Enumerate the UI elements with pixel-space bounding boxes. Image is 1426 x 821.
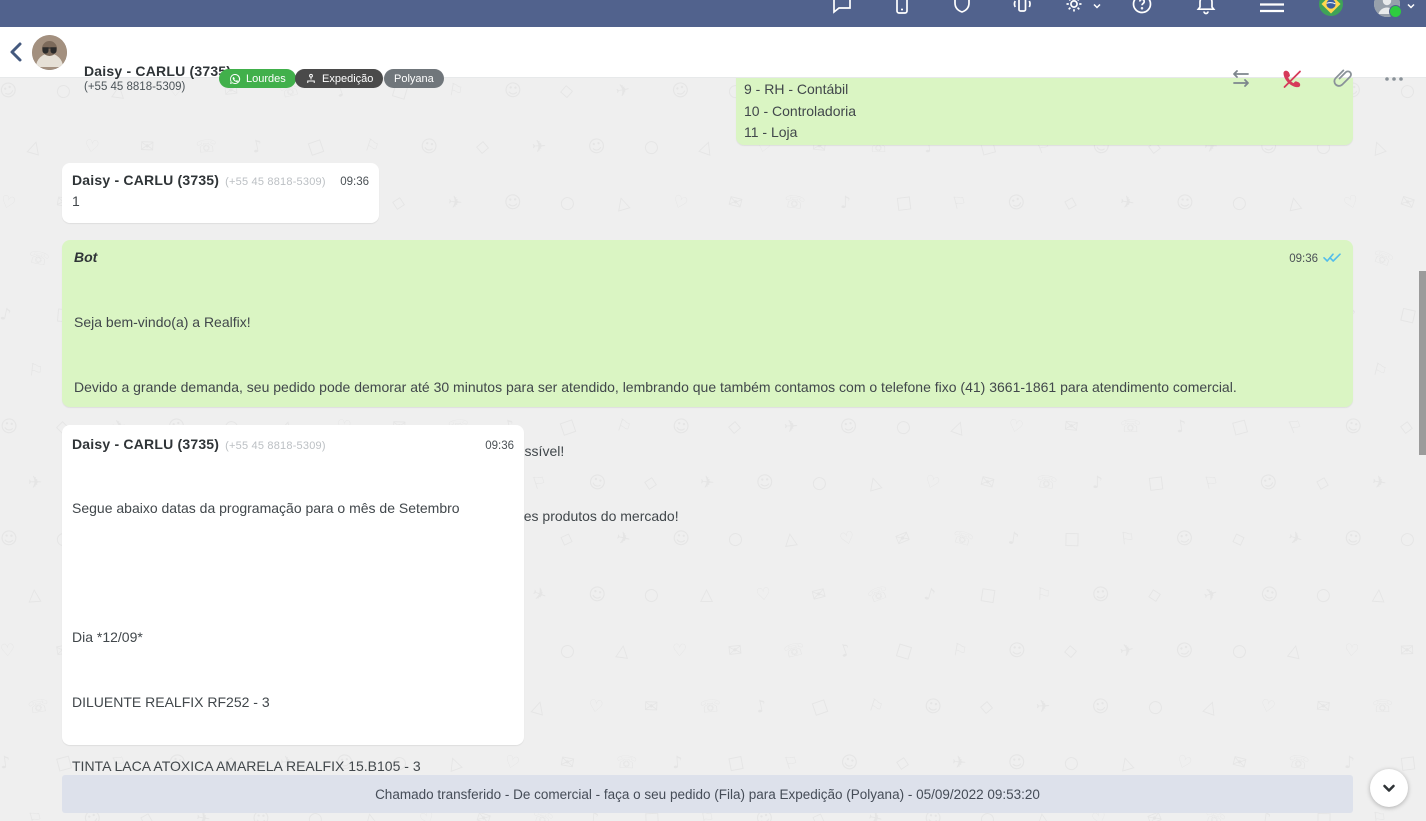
double-check-read-icon [1323,250,1341,268]
schedule-item: DILUENTE REALFIX RF252 - 3 [72,692,514,714]
customer-schedule-message-bubble: Daisy - CARLU (3735) (+55 45 8818-5309) … [62,425,524,745]
message-header: Daisy - CARLU (3735) (+55 45 8818-5309) … [72,436,514,452]
contact-name: Daisy - CARLU (3735) [84,63,231,79]
message-sender: Daisy - CARLU (3735) [72,172,219,188]
shield-icon[interactable] [950,0,974,16]
menu-option-11: 11 - Loja [744,122,1345,144]
message-body: 1 [72,191,369,213]
bot-line-2: Devido a grande demanda, seu pedido pode… [74,377,1341,399]
message-sender: Daisy - CARLU (3735) [72,436,219,452]
more-options-icon[interactable] [1382,67,1406,91]
contact-avatar[interactable] [32,35,67,70]
settings-dropdown-chevron-icon[interactable] [1092,0,1102,8]
queue-badge-label: Lourdes [246,73,286,85]
attachment-paperclip-icon[interactable] [1331,67,1355,91]
menu-option-10: 10 - Controladoria [744,101,1345,123]
org-chart-icon [305,73,317,85]
department-badge-label: Expedição [322,73,373,85]
menu-hamburger-icon[interactable] [1258,0,1282,16]
transfer-notice-bar: Chamado transferido - De comercial - faç… [62,775,1353,813]
scroll-to-bottom-button[interactable] [1370,769,1408,807]
end-call-phone-slash-icon[interactable] [1280,67,1304,91]
phone-vibrate-icon[interactable] [1010,0,1034,16]
message-sender-phone: (+55 45 8818-5309) [225,440,326,452]
bot-sender: Bot [74,249,97,265]
message-header: Daisy - CARLU (3735) (+55 45 8818-5309) … [72,172,369,188]
top-navigation-bar [0,0,1426,27]
transfer-notice-text: Chamado transferido - De comercial - faç… [375,787,1040,802]
schedule-day: Dia *12/09* [72,627,514,649]
queue-badge[interactable]: Lourdes [219,69,296,88]
chat-icon[interactable] [830,0,854,16]
message-header: Bot 09:36 [74,249,1341,267]
menu-option-9: 9 - RH - Contábil [744,79,1345,101]
chat-header: Daisy - CARLU (3735) (+55 45 8818-5309) … [0,27,1426,78]
bot-line-1: Seja bem-vindo(a) a Realfix! [74,312,1341,334]
contact-phone: (+55 45 8818-5309) [84,81,185,93]
message-sender-phone: (+55 45 8818-5309) [225,176,326,188]
whatsapp-icon [229,73,241,85]
user-menu-chevron-icon[interactable] [1406,0,1416,8]
bot-menu-message-bubble: 9 - RH - Contábil 10 - Controladoria 11 … [736,77,1353,145]
online-status-dot [1389,5,1402,18]
help-circle-icon[interactable] [1130,0,1154,16]
agent-badge-label: Polyana [394,73,434,85]
schedule-intro: Segue abaixo datas da programação para o… [72,498,514,520]
chat-message-area: ☺○△♡✉☏♪□⚐☺◇✈☺○△♡✉☏♪□⚐☺◇✈☺○△♡✉☏♪□⚐☺◇✈☺○△♡… [0,77,1426,821]
message-time: 09:36 [1289,253,1318,265]
department-badge[interactable]: Expedição [295,69,383,88]
bell-icon[interactable] [1194,0,1218,16]
settings-gear-icon[interactable] [1062,0,1086,16]
current-user-avatar[interactable] [1374,0,1400,17]
customer-message-bubble: Daisy - CARLU (3735) (+55 45 8818-5309) … [62,163,379,223]
mobile-device-icon[interactable] [890,0,914,16]
chevron-down-icon [1381,780,1397,796]
vertical-scrollbar-thumb[interactable] [1419,271,1426,455]
agent-badge[interactable]: Polyana [384,69,444,88]
brand-globe-icon[interactable] [1318,0,1344,17]
message-time: 09:36 [340,176,369,188]
message-time: 09:36 [485,440,514,452]
bot-welcome-message-bubble: Bot 09:36 Seja bem-vindo(a) a Realfix! D… [62,240,1353,407]
transfer-chat-icon[interactable] [1229,67,1253,91]
back-button[interactable] [6,40,28,64]
